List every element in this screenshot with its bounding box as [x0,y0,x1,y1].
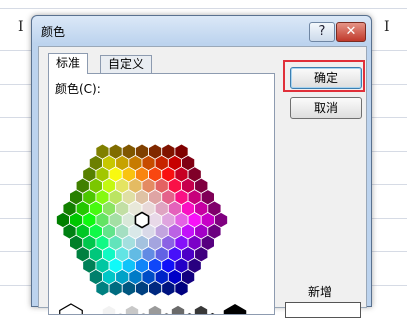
color-cell[interactable] [214,211,228,229]
tab-custom[interactable]: 自定义 [100,55,153,73]
title-bar[interactable]: 颜色 ? ✕ [32,16,371,44]
new-color-label: 新增 [308,285,333,299]
white-color-cell[interactable] [59,303,83,314]
gray-color-cell[interactable] [194,304,208,314]
text-cursor-icon: I [18,19,24,35]
standard-tab-panel: 颜色(C): [48,73,275,315]
text-cursor-icon: I [384,19,390,35]
new-color-swatch [285,302,361,318]
tab-standard[interactable]: 标准 [48,53,89,74]
ok-button[interactable]: 确定 [290,67,362,89]
color-dialog: 颜色 ? ✕ 标准 自定义 颜色(C): 确定 取消 新增 [31,15,372,318]
gray-color-cell[interactable] [171,304,185,314]
gray-color-cell[interactable] [148,304,162,314]
gray-color-cell[interactable] [125,304,139,314]
color-hexagon-palette[interactable] [49,74,274,314]
gray-color-cell[interactable] [102,304,116,314]
dialog-body: 标准 自定义 颜色(C): 确定 取消 新增 [38,46,367,318]
question-mark-icon: ? [318,24,326,39]
cancel-button[interactable]: 取消 [290,97,362,119]
help-button[interactable]: ? [309,22,335,42]
close-icon: ✕ [345,24,357,39]
close-button[interactable]: ✕ [336,22,366,42]
dialog-title: 颜色 [41,25,66,39]
grid-line [0,8,407,9]
black-color-cell[interactable] [223,304,247,314]
